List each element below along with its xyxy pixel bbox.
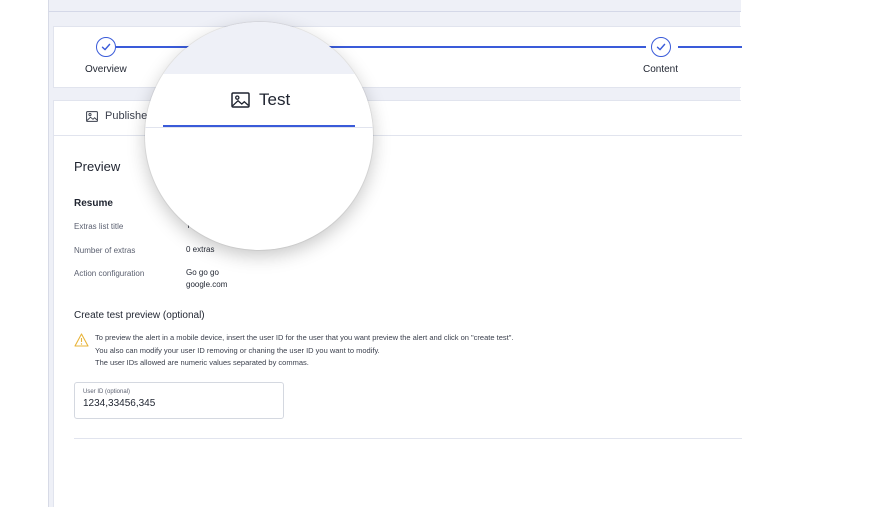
user-id-field[interactable]: User ID (optional) [74,382,284,419]
warning-text: To preview the alert in a mobile device,… [95,332,513,370]
user-id-label: User ID (optional) [83,389,131,395]
row-value-action-url: google.com [186,280,228,289]
active-tab-indicator [163,125,355,127]
magnifier-lens: Test [145,22,373,250]
warning-icon [74,333,89,347]
resume-title: Resume [74,198,113,209]
warning-line: To preview the alert in a mobile device,… [95,333,514,342]
tab-label: Publishe [105,110,148,122]
warning-line: The user IDs allowed are numeric values … [95,358,309,367]
stepper-line [678,46,742,48]
step-label: Content [643,64,679,75]
step-label: Overview [85,64,127,75]
step-content[interactable]: Content [643,37,678,75]
tab-published[interactable]: Publishe [86,110,147,122]
preview-title: Preview [74,159,121,174]
divider [74,438,742,439]
tab-test[interactable]: Test [231,90,290,110]
image-icon [231,92,250,108]
image-icon [86,110,98,122]
tab-label: Test [259,90,291,109]
row-label-action-config: Action configuration [74,269,145,278]
warning-notice: To preview the alert in a mobile device,… [74,332,513,370]
row-label-extras-title: Extras list title [74,222,124,231]
row-value-number-extras: 0 extras [186,245,215,254]
check-circle-icon [95,37,116,57]
top-bar [49,0,741,12]
warning-line: You also can modify your user ID removin… [95,345,380,355]
magnified-background [145,22,373,74]
row-value-action-config: Go go go [186,268,219,277]
test-preview-title: Create test preview (optional) [74,310,205,321]
check-circle-icon [650,37,671,57]
row-label-number-extras: Number of extras [74,246,136,255]
user-id-input[interactable] [83,398,273,409]
step-overview[interactable]: Overview [85,37,127,75]
